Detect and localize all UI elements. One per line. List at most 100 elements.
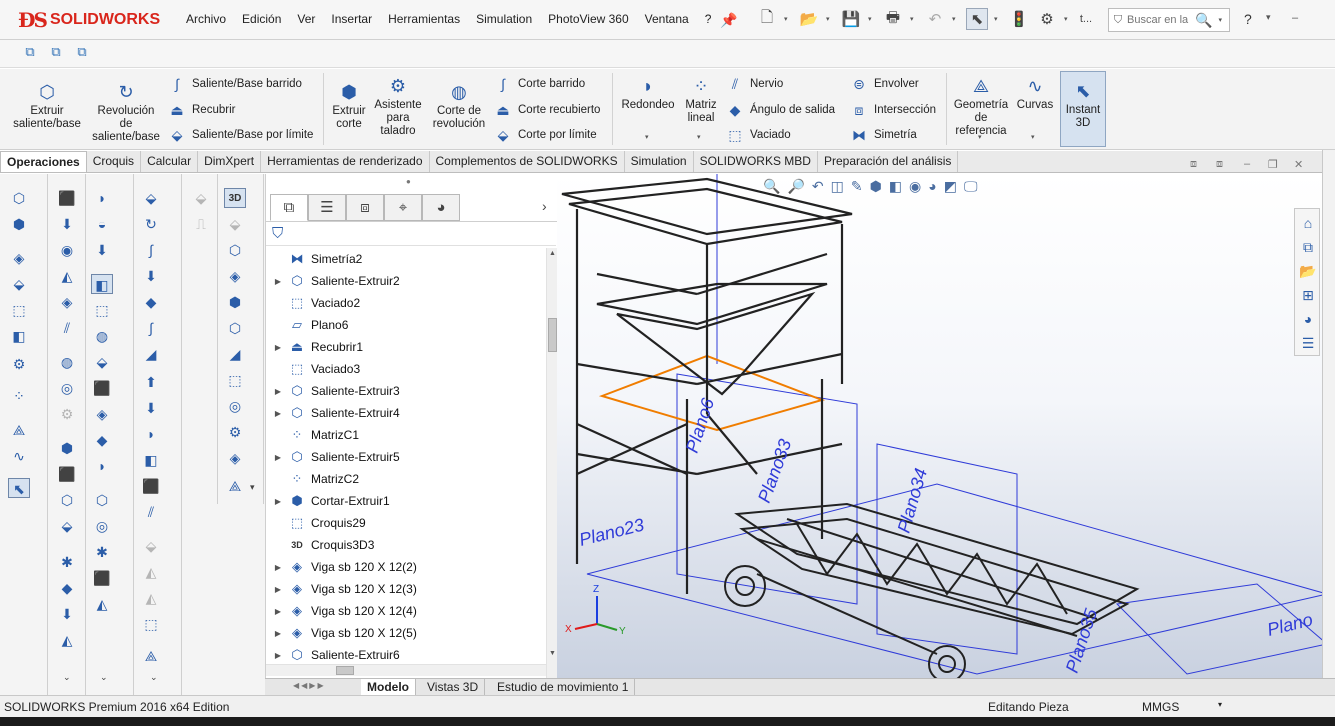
tab-nav-arrows-icon[interactable]: ◀◀▶▶ <box>293 681 326 690</box>
feature-tree-row[interactable]: 3D Croquis3D3 <box>266 534 544 556</box>
tool-b7-icon[interactable]: ⬙ <box>91 352 113 372</box>
feature-tree-row[interactable]: ⁘ MatrizC1 <box>266 424 544 446</box>
graphics-viewport[interactable]: Plano23 Plano34 Plano33 Plano35 Plano6 P… <box>557 174 1335 678</box>
tab-render-tools[interactable]: Herramientas de renderizado <box>261 151 430 172</box>
expand-arrow-icon[interactable]: ▶ <box>271 563 285 572</box>
window-minimize-icon[interactable]: – <box>1292 12 1298 24</box>
tool-a6-icon[interactable]: ⫽ <box>56 318 78 338</box>
tool-c10-icon[interactable]: ◗ <box>140 424 162 444</box>
tool-e7-icon[interactable]: ⬚ <box>224 370 246 390</box>
tab-simulation[interactable]: Simulation <box>625 151 694 172</box>
print-icon[interactable]: 🖶 <box>882 8 904 30</box>
tool-c16-icon[interactable]: ◭ <box>140 588 162 608</box>
scroll-up-icon[interactable]: ▲ <box>549 250 556 257</box>
filter-icon[interactable]: ⛉ <box>272 225 283 242</box>
menu-archivo[interactable]: Archivo <box>178 12 234 26</box>
tool-b3-icon[interactable]: ⬇ <box>91 240 113 260</box>
tool-e9-icon[interactable]: ⚙ <box>224 422 246 442</box>
tool-a2-icon[interactable]: ⬇ <box>56 214 78 234</box>
tool-feature-2-icon[interactable]: ⬚ <box>8 300 30 320</box>
feature-tree-row[interactable]: ▶ ⬡ Saliente-Extruir4 <box>266 402 544 424</box>
menu-simulation[interactable]: Simulation <box>468 12 540 26</box>
zoom-to-fit-icon[interactable]: 🔍 <box>763 178 780 195</box>
curves-dropdown-icon[interactable]: ▾ <box>1031 133 1035 141</box>
tool-e1-icon[interactable]: ⬙ <box>224 214 246 234</box>
menu-photoview[interactable]: PhotoView 360 <box>540 12 637 26</box>
tool-d1-icon[interactable]: ⬙ <box>190 188 212 208</box>
column-4-expand-icon[interactable]: ⌄ <box>150 672 158 683</box>
view-palette-icon[interactable]: ⊞ <box>1297 285 1319 305</box>
appearances-icon[interactable]: ◕ <box>1297 309 1319 329</box>
feature-tree-row[interactable]: ▶ ⬡ Saliente-Extruir3 <box>266 380 544 402</box>
tool-c1-icon[interactable]: ⬙ <box>140 188 162 208</box>
hide-show-icon[interactable]: ◉ <box>909 178 921 195</box>
lofted-cut-button[interactable]: ⏏ Corte recubierto <box>494 101 600 119</box>
tool-a10-icon[interactable]: ⬢ <box>56 438 78 458</box>
search-box[interactable]: ⛉ 🔍 ▾ <box>1108 8 1230 32</box>
menu-ver[interactable]: Ver <box>289 12 323 26</box>
tool-b13-icon[interactable]: ◎ <box>91 516 113 536</box>
tool-e6-icon[interactable]: ◢ <box>224 344 246 364</box>
swept-boss-button[interactable]: ∫ Saliente/Base barrido <box>168 75 302 93</box>
tool-a1-icon[interactable]: ⬛ <box>56 188 78 208</box>
viewport-minimize-icon[interactable]: – <box>1244 158 1250 170</box>
expand-arrow-icon[interactable]: ▶ <box>271 497 285 506</box>
tool-c4-icon[interactable]: ⬇ <box>140 266 162 286</box>
new-document-icon[interactable]: 🗋 <box>756 8 778 30</box>
tool-e11-icon[interactable]: ⟁ <box>224 476 246 496</box>
menu-help[interactable]: ? <box>697 12 720 26</box>
feature-tree-row[interactable]: ⬚ Croquis29 <box>266 512 544 534</box>
column-3-expand-icon[interactable]: ⌄ <box>100 672 108 683</box>
property-manager-tab-icon[interactable]: ☰ <box>308 194 346 221</box>
shell-button[interactable]: ⬚ Vaciado <box>726 126 790 144</box>
tab-dimxpert[interactable]: DimXpert <box>198 151 262 172</box>
select-cursor-icon[interactable]: ⬉ <box>966 8 988 30</box>
tool-b2-icon[interactable]: ◒ <box>91 214 113 234</box>
loft-button[interactable]: ⏏ Recubrir <box>168 101 235 119</box>
view-tool-2-icon[interactable]: ⧉ <box>46 44 66 62</box>
file-explorer-icon[interactable]: 📂 <box>1297 261 1319 281</box>
revolve-boss-button[interactable]: ↻ Revolución de saliente/base <box>90 81 162 144</box>
expand-arrow-icon[interactable]: ▶ <box>271 585 285 594</box>
swept-cut-button[interactable]: ∫ Corte barrido <box>494 75 585 93</box>
viewport-split-icon[interactable]: ⧈ <box>1216 158 1223 171</box>
feature-tree-row[interactable]: ▶ ⏏ Recubrir1 <box>266 336 544 358</box>
tool-box-icon[interactable]: ◈ <box>8 248 30 268</box>
feature-tree-filter[interactable]: ⛉ <box>266 222 556 246</box>
tab-addins[interactable]: Complementos de SOLIDWORKS <box>430 151 625 172</box>
new-dropdown-icon[interactable]: ▾ <box>784 15 792 23</box>
tool-c18-icon[interactable]: ⟁ <box>140 646 162 666</box>
feature-tree-row[interactable]: ▶ ◈ Viga sb 120 X 12(2) <box>266 556 544 578</box>
tool-instance-icon[interactable]: ⬢ <box>8 214 30 234</box>
rebuild-icon[interactable]: 🚦 <box>1008 8 1030 30</box>
tool-reference-icon[interactable]: ⟁ <box>8 420 30 440</box>
menu-insertar[interactable]: Insertar <box>323 12 380 26</box>
tool-a12-icon[interactable]: ⬡ <box>56 490 78 510</box>
hscroll-thumb[interactable] <box>336 666 354 675</box>
help-dropdown-icon[interactable]: ▾ <box>1266 12 1271 23</box>
tool-c17-icon[interactable]: ⬚ <box>140 614 162 634</box>
expand-arrow-icon[interactable]: ▶ <box>271 343 285 352</box>
viewport-tile-icon[interactable]: ⧈ <box>1190 158 1197 171</box>
boundary-cut-button[interactable]: ⬙ Corte por límite <box>494 126 597 144</box>
tool-b15-icon[interactable]: ⬛ <box>91 568 113 588</box>
mirror-button[interactable]: ⧓ Simetría <box>850 126 917 144</box>
viewport-restore-icon[interactable]: ❐ <box>1268 158 1278 171</box>
tool-a3-icon[interactable]: ◉ <box>56 240 78 260</box>
display-manager-tab-icon[interactable]: ◕ <box>422 194 460 221</box>
open-dropdown-icon[interactable]: ▾ <box>826 15 834 23</box>
boundary-boss-button[interactable]: ⬙ Saliente/Base por límite <box>168 126 314 144</box>
tab-analysis-prep[interactable]: Preparación del análisis <box>818 151 959 172</box>
instant3d-toggle[interactable]: ⬉ Instant 3D <box>1060 71 1106 147</box>
expand-arrow-icon[interactable]: ▶ <box>271 453 285 462</box>
tool-c8-icon[interactable]: ⬆ <box>140 372 162 392</box>
tab-operaciones[interactable]: Operaciones <box>0 151 87 172</box>
tool-c13-icon[interactable]: ⫽ <box>140 502 162 522</box>
tool-b16-icon[interactable]: ◭ <box>91 594 113 614</box>
feature-tree-tab-icon[interactable]: ⧉ <box>270 194 308 221</box>
tool-c15-icon[interactable]: ◭ <box>140 562 162 582</box>
configuration-manager-tab-icon[interactable]: ⧈ <box>346 194 384 221</box>
tab-calcular[interactable]: Calcular <box>141 151 199 172</box>
linear-pattern-button[interactable]: ⁘ Matriz lineal <box>682 75 720 125</box>
tool-instant3d-icon[interactable]: ⬉ <box>8 478 30 498</box>
